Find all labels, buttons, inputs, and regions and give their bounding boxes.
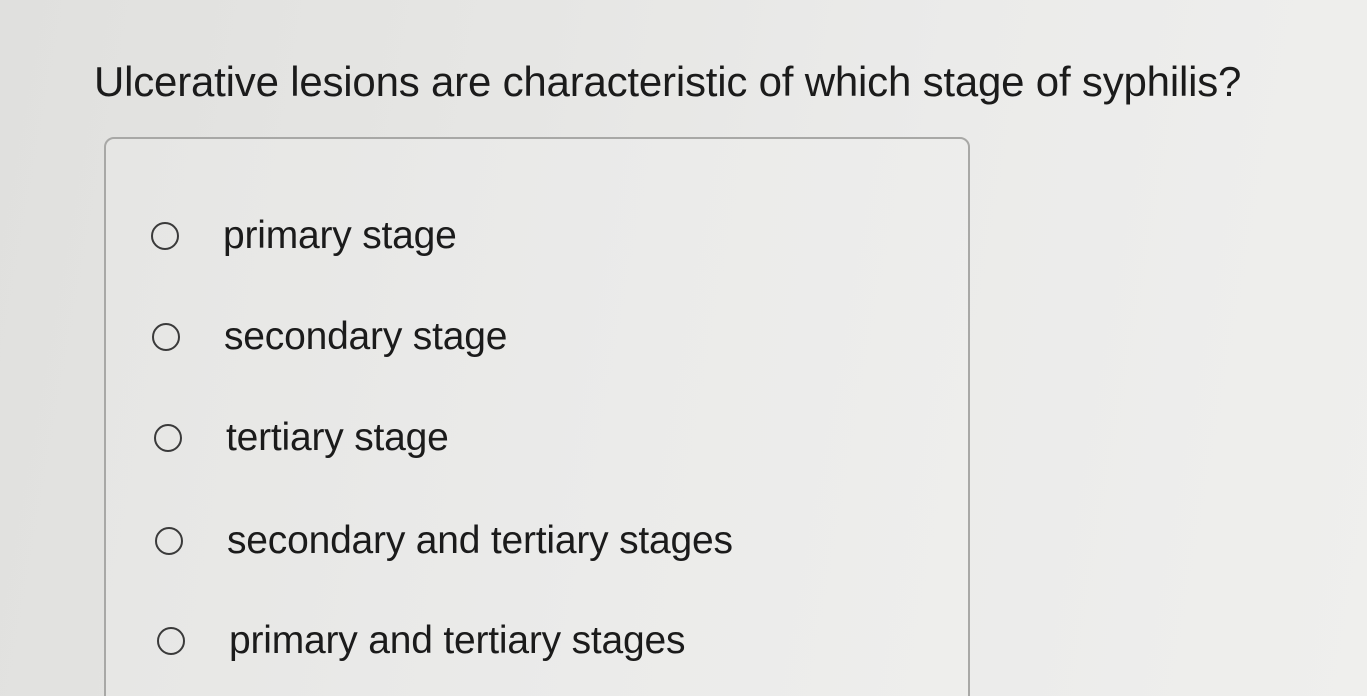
option-secondary-stage[interactable]: secondary stage [152,309,507,365]
option-secondary-and-tertiary-stages[interactable]: secondary and tertiary stages [155,513,733,569]
radio-button-icon[interactable] [155,527,183,555]
radio-button-icon[interactable] [154,424,182,452]
option-label: primary and tertiary stages [229,619,686,662]
option-tertiary-stage[interactable]: tertiary stage [154,410,449,466]
option-label: secondary stage [224,315,508,358]
question-text: Ulcerative lesions are characteristic of… [94,58,1242,105]
radio-button-icon[interactable] [152,323,180,351]
option-label: secondary and tertiary stages [227,519,733,562]
option-label: primary stage [223,214,457,257]
option-primary-and-tertiary-stages[interactable]: primary and tertiary stages [157,613,685,669]
option-primary-stage[interactable]: primary stage [151,208,457,264]
radio-button-icon[interactable] [157,627,185,655]
radio-button-icon[interactable] [151,222,179,250]
option-label: tertiary stage [226,416,449,459]
